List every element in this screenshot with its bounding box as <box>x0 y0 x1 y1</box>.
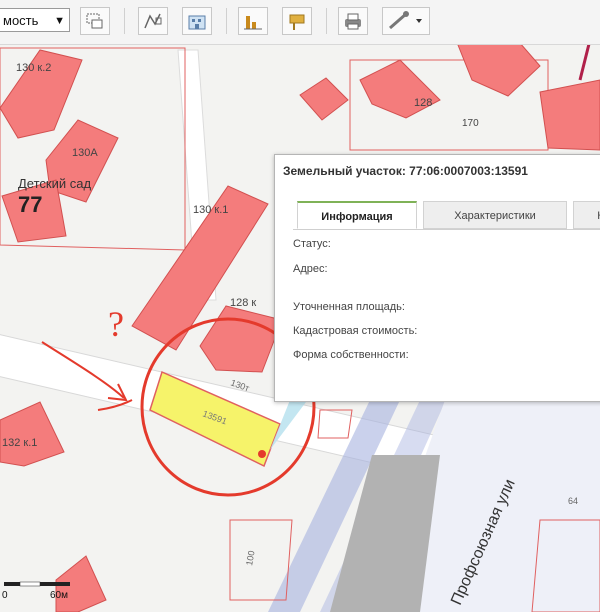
popup-title: Земельный участок: 77:06:0007003:13591 <box>283 164 528 178</box>
field-status-label: Статус: <box>293 238 331 250</box>
parcel-info-popup: Земельный участок: 77:06:0007003:13591 И… <box>274 154 600 402</box>
toolbar-divider <box>124 8 125 34</box>
chevron-down-icon: ▼ <box>54 15 65 27</box>
toolbar-divider <box>326 8 327 34</box>
label-130k1: 130 к.1 <box>193 204 228 216</box>
building-info-icon <box>188 15 206 30</box>
label-128k: 128 к <box>230 297 256 309</box>
sign-icon <box>289 14 305 30</box>
tab-other[interactable]: Кт <box>573 201 600 229</box>
layers-button[interactable] <box>80 7 110 35</box>
field-area-label: Уточненная площадь: <box>293 301 405 313</box>
scale-zero: 0 <box>2 590 8 601</box>
field-cadastral-cost-label: Кадастровая стоимость: <box>293 325 418 337</box>
ruler-icon <box>389 11 422 30</box>
chart-button[interactable] <box>238 7 268 35</box>
tab-characteristics[interactable]: Характеристики <box>423 201 567 229</box>
tab-information[interactable]: Информация <box>297 201 417 229</box>
label-130a: 130А <box>72 147 98 159</box>
label-77: 77 <box>18 192 42 217</box>
print-button[interactable] <box>338 7 368 35</box>
scale-end: 60м <box>50 590 68 601</box>
print-icon <box>345 13 361 30</box>
field-address-label: Адрес: <box>293 263 328 275</box>
label-170: 170 <box>462 118 479 129</box>
field-ownership-label: Форма собственности: <box>293 349 409 361</box>
label-64: 64 <box>568 496 578 506</box>
popup-tabs: Информация Характеристики Кт <box>293 201 600 230</box>
toolbar-divider <box>226 8 227 34</box>
sign-button[interactable] <box>282 7 312 35</box>
label-130k2: 130 к.2 <box>16 62 51 74</box>
ruler-button[interactable] <box>382 7 430 35</box>
layer-select[interactable]: мость ▼ <box>0 8 70 32</box>
measure-button[interactable] <box>138 7 168 35</box>
chart-icon <box>244 16 262 30</box>
measure-icon <box>144 13 162 29</box>
scale-bar-mid <box>19 581 41 587</box>
label-128: 128 <box>414 97 432 109</box>
label-kindergarten: Детский сад <box>18 176 91 191</box>
parcel-marker[interactable] <box>258 450 266 458</box>
layer-select-value: мость <box>3 13 39 28</box>
map-toolbar: мость ▼ <box>0 0 600 45</box>
layers-icon <box>86 13 103 29</box>
annotation-question: ? <box>108 304 124 344</box>
building-info-button[interactable] <box>182 7 212 35</box>
label-132k1: 132 к.1 <box>2 437 37 449</box>
building-right[interactable] <box>539 79 600 151</box>
